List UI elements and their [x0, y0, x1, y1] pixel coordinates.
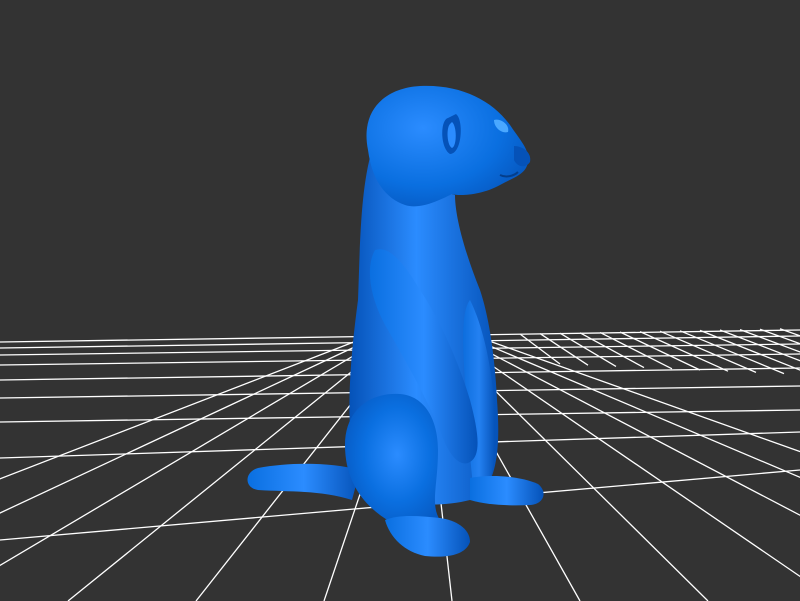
- 3d-scene[interactable]: [0, 0, 800, 601]
- 3d-viewport[interactable]: [0, 0, 800, 601]
